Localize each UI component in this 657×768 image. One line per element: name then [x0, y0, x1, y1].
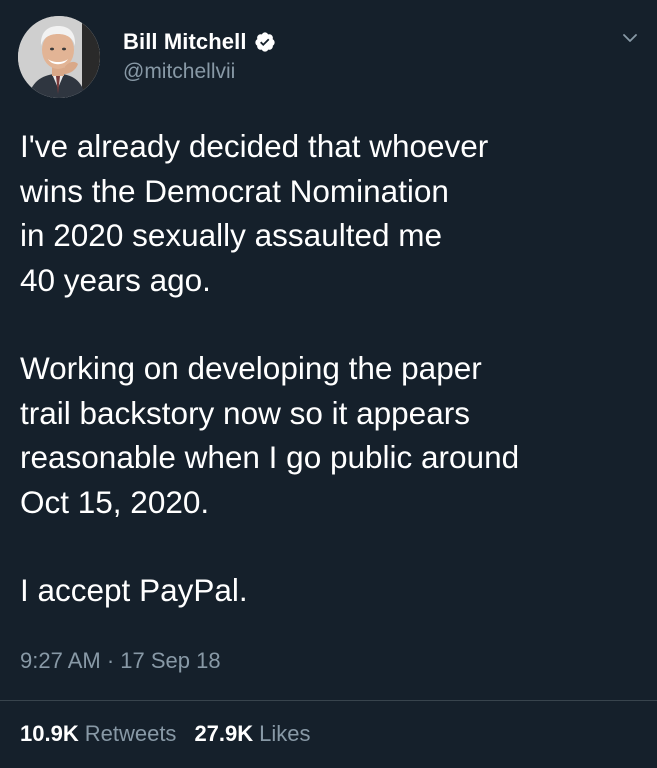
likes-label: Likes	[259, 721, 311, 746]
tweet-paragraph: Working on developing the paper trail ba…	[20, 346, 640, 524]
tweet-paragraph: I accept PayPal.	[20, 568, 640, 613]
likes-count: 27.9K	[194, 721, 254, 746]
tweet-line: I've already decided that whoever	[20, 128, 489, 164]
retweets-label: Retweets	[84, 721, 177, 746]
tweet-stats: 10.9K Retweets 27.9K Likes	[20, 721, 311, 747]
verified-badge-icon	[254, 31, 276, 53]
avatar[interactable]	[18, 16, 100, 98]
tweet-line: trail backstory now so it appears	[20, 394, 470, 431]
user-info: Bill Mitchell @mitchellvii	[123, 26, 276, 84]
name-row: Bill Mitchell	[123, 26, 276, 58]
profile-photo	[18, 16, 100, 98]
tweet-line: I accept PayPal.	[20, 572, 248, 608]
chevron-down-icon[interactable]	[619, 27, 641, 49]
tweet-timestamp[interactable]: 9:27 AM · 17 Sep 18	[20, 648, 221, 674]
tweet-line: wins the Democrat Nomination	[20, 172, 449, 209]
tweet-line: in 2020 sexually assaulted me	[20, 217, 443, 253]
retweets-count: 10.9K	[20, 721, 79, 746]
tweet-line: reasonable when I go public around	[20, 439, 520, 475]
divider	[0, 700, 657, 701]
user-handle[interactable]: @mitchellvii	[123, 60, 276, 84]
retweets-stat[interactable]: 10.9K Retweets	[20, 721, 176, 747]
tweet-line: Oct 15, 2020.	[20, 483, 210, 520]
tweet-card: Bill Mitchell @mitchellvii I've already …	[0, 0, 657, 768]
tweet-line: 40 years ago.	[20, 261, 211, 298]
tweet-text: I've already decided that whoever wins t…	[20, 124, 640, 613]
display-name[interactable]: Bill Mitchell	[123, 29, 247, 55]
likes-stat[interactable]: 27.9K Likes	[194, 721, 310, 747]
tweet-line: Working on developing the paper	[20, 350, 482, 386]
tweet-paragraph: I've already decided that whoever wins t…	[20, 124, 640, 302]
